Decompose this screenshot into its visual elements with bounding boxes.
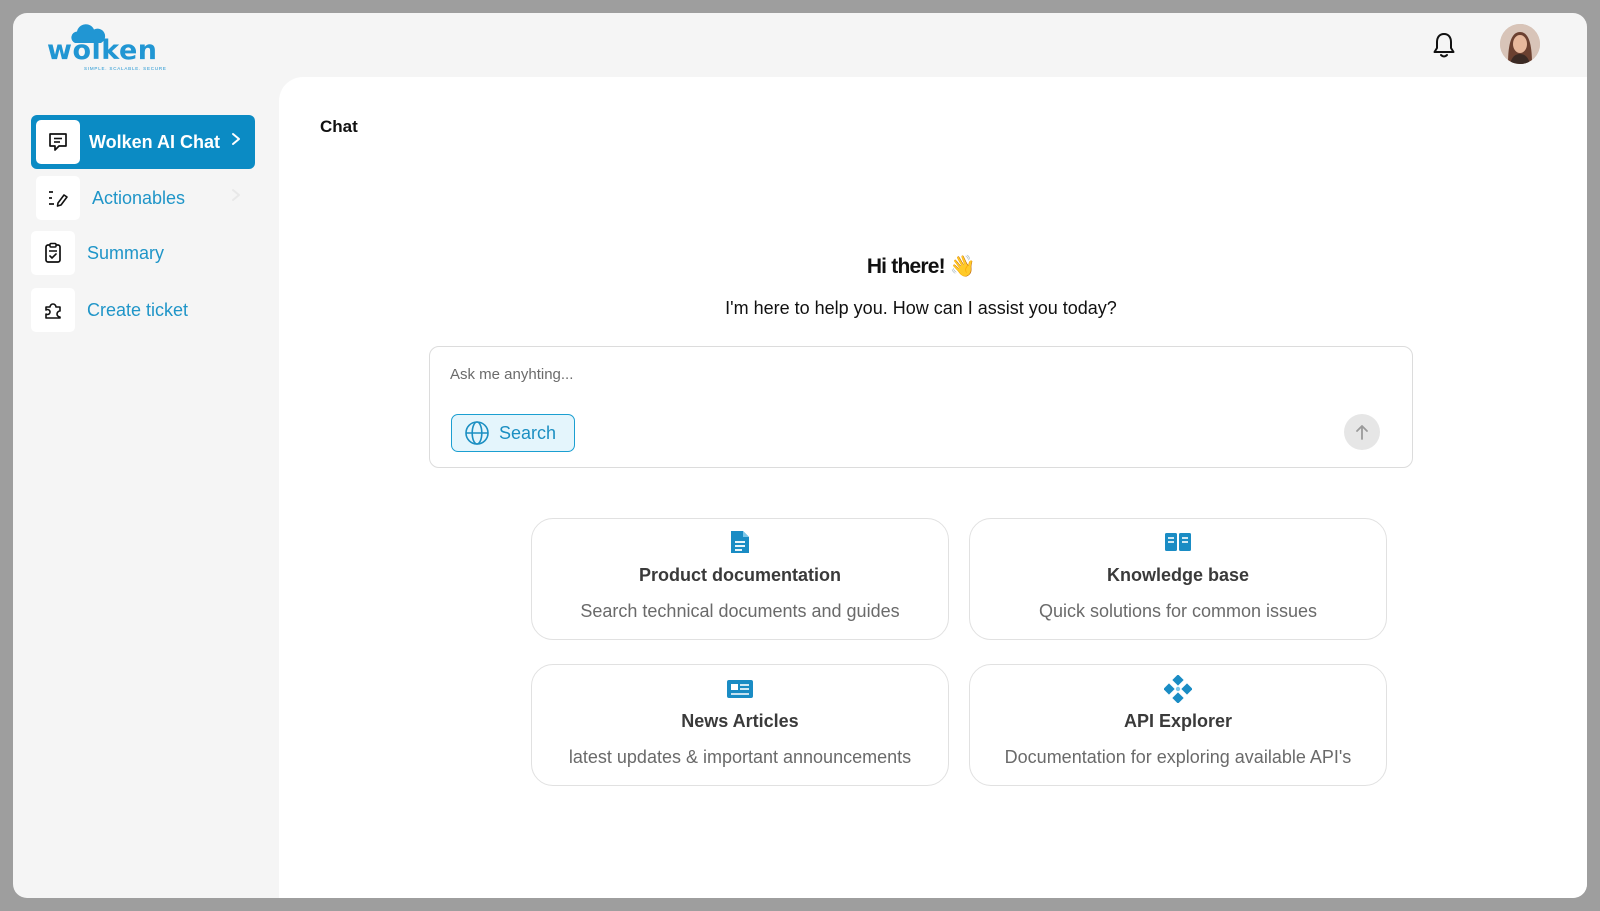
wolken-logo[interactable]: wolken SIMPLE. SCALABLE. SECURE <box>47 19 166 75</box>
send-button[interactable] <box>1344 414 1380 450</box>
card-product-documentation[interactable]: Product documentation Search technical d… <box>531 518 949 640</box>
search-label: Search <box>499 422 557 443</box>
chevron-right-icon <box>232 189 240 201</box>
card-title: Knowledge base <box>1106 565 1250 585</box>
newspaper-icon <box>727 680 753 698</box>
card-news-articles[interactable]: News Articles latest updates & important… <box>531 664 949 786</box>
logo-tagline: SIMPLE. SCALABLE. SECURE <box>84 66 167 71</box>
chat-icon <box>36 120 80 164</box>
bell-icon[interactable] <box>1431 31 1457 59</box>
web-search-toggle[interactable]: Search <box>451 414 575 452</box>
page-title: Chat <box>320 117 358 136</box>
logo-text: wolken <box>47 35 158 66</box>
card-description: Documentation for exploring available AP… <box>1004 747 1352 767</box>
card-description: Search technical documents and guides <box>580 601 900 621</box>
greeting-heading: Hi there! 👋 <box>866 255 976 278</box>
clipboard-check-icon <box>31 231 75 275</box>
sidebar-item-create-ticket[interactable]: Create ticket <box>31 283 255 337</box>
puzzle-icon <box>31 288 75 332</box>
card-description: latest updates & important announcements <box>568 747 912 767</box>
arrow-up-icon <box>1356 425 1368 440</box>
app-window: wolken SIMPLE. SCALABLE. SECURE Wolken A… <box>13 13 1587 898</box>
sidebar-item-label: Actionables <box>92 187 186 208</box>
chat-input[interactable] <box>450 361 1250 387</box>
user-avatar[interactable] <box>1500 24 1540 64</box>
sidebar-item-label: Create ticket <box>87 299 189 320</box>
card-title: API Explorer <box>1123 711 1233 731</box>
document-icon <box>731 531 749 553</box>
chevron-right-icon <box>232 133 240 145</box>
sidebar-item-wolken-ai-chat[interactable]: Wolken AI Chat <box>31 115 255 169</box>
user-avatar-image <box>1500 24 1540 64</box>
sidebar-item-label: Summary <box>87 242 165 263</box>
card-title: News Articles <box>681 711 799 731</box>
greeting-subtitle: I'm here to help you. How can I assist y… <box>725 298 1117 318</box>
card-description: Quick solutions for common issues <box>1038 601 1318 621</box>
card-api-explorer[interactable]: API Explorer Documentation for exploring… <box>969 664 1387 786</box>
list-edit-icon <box>36 176 80 220</box>
chat-composer: Search <box>429 346 1413 468</box>
book-icon <box>1165 533 1191 551</box>
sidebar-item-summary[interactable]: Summary <box>31 226 255 280</box>
main-panel: Chat Hi there! 👋 I'm here to help you. H… <box>279 77 1587 898</box>
api-icon <box>1164 675 1192 703</box>
globe-icon <box>465 421 489 445</box>
card-knowledge-base[interactable]: Knowledge base Quick solutions for commo… <box>969 518 1387 640</box>
sidebar-item-label: Wolken AI Chat <box>89 131 221 152</box>
card-title: Product documentation <box>639 565 841 585</box>
sidebar-item-actionables[interactable]: Actionables <box>31 171 255 225</box>
